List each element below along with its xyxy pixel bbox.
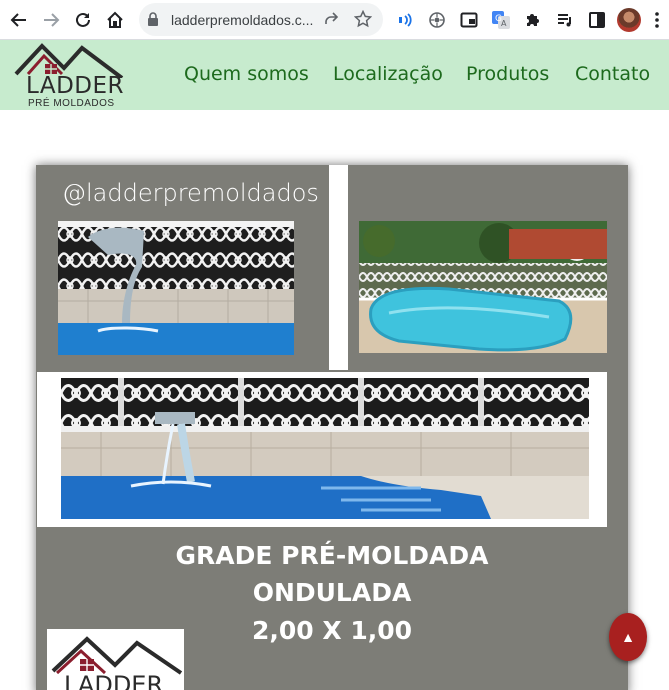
photo-waterfall-lattice: [58, 221, 294, 355]
post-logo-wordmark: LADDER: [64, 671, 164, 690]
media-playlist-icon[interactable]: [551, 6, 579, 34]
star-icon[interactable]: [353, 9, 373, 33]
site-logo[interactable]: LADDER PRÉ MOLDADOS: [14, 42, 125, 109]
page-content: @ladderpremoldados GRADE PRÉ-MOLDADA OND…: [0, 110, 669, 690]
lock-icon[interactable]: [147, 12, 159, 31]
bottom-photo-frame: [37, 372, 607, 527]
headline-line-2: ONDULADA: [252, 578, 412, 607]
share-icon[interactable]: [323, 11, 339, 32]
picture-in-picture-icon[interactable]: [455, 6, 483, 34]
translate-icon[interactable]: GA: [487, 6, 515, 34]
post-logo-card: LADDER: [47, 629, 184, 690]
site-header: LADDER PRÉ MOLDADOS Quem somos Localizaç…: [0, 40, 669, 110]
puzzle-icon[interactable]: [519, 6, 547, 34]
product-post-image: @ladderpremoldados GRADE PRÉ-MOLDADA OND…: [36, 165, 628, 690]
roof-logo-icon: [51, 636, 183, 675]
nav-quem-somos[interactable]: Quem somos: [184, 63, 309, 85]
logo-wordmark: LADDER: [26, 73, 125, 99]
kebab-menu-icon[interactable]: [643, 6, 669, 34]
photo-pool-waterfall: [61, 378, 589, 519]
back-arrow-icon[interactable]: [5, 6, 33, 34]
home-icon[interactable]: [101, 6, 129, 34]
white-divider: [329, 165, 348, 370]
svg-text:A: A: [501, 19, 507, 28]
nav-produtos[interactable]: Produtos: [466, 63, 549, 85]
nav-localizacao[interactable]: Localização: [333, 63, 443, 85]
url-text[interactable]: ladderpremoldados.c...: [171, 12, 313, 28]
profile-avatar[interactable]: [617, 8, 641, 32]
nav-contato[interactable]: Contato: [575, 63, 650, 85]
read-aloud-icon[interactable]: [391, 6, 419, 34]
logo-tagline: PRÉ MOLDADOS: [28, 98, 115, 109]
address-bar[interactable]: ladderpremoldados.c...: [139, 3, 383, 36]
headline-line-1: GRADE PRÉ-MOLDADA: [175, 541, 489, 570]
instagram-handle: @ladderpremoldados: [62, 179, 319, 207]
side-panel-icon[interactable]: [583, 6, 611, 34]
extension-flower-icon[interactable]: [423, 6, 451, 34]
reload-icon[interactable]: [69, 6, 97, 34]
forward-arrow-icon[interactable]: [37, 6, 65, 34]
scroll-to-top-button[interactable]: ▲: [609, 613, 647, 661]
photo-pool-fence: [359, 221, 607, 353]
browser-toolbar: ladderpremoldados.c... GA: [0, 0, 669, 40]
